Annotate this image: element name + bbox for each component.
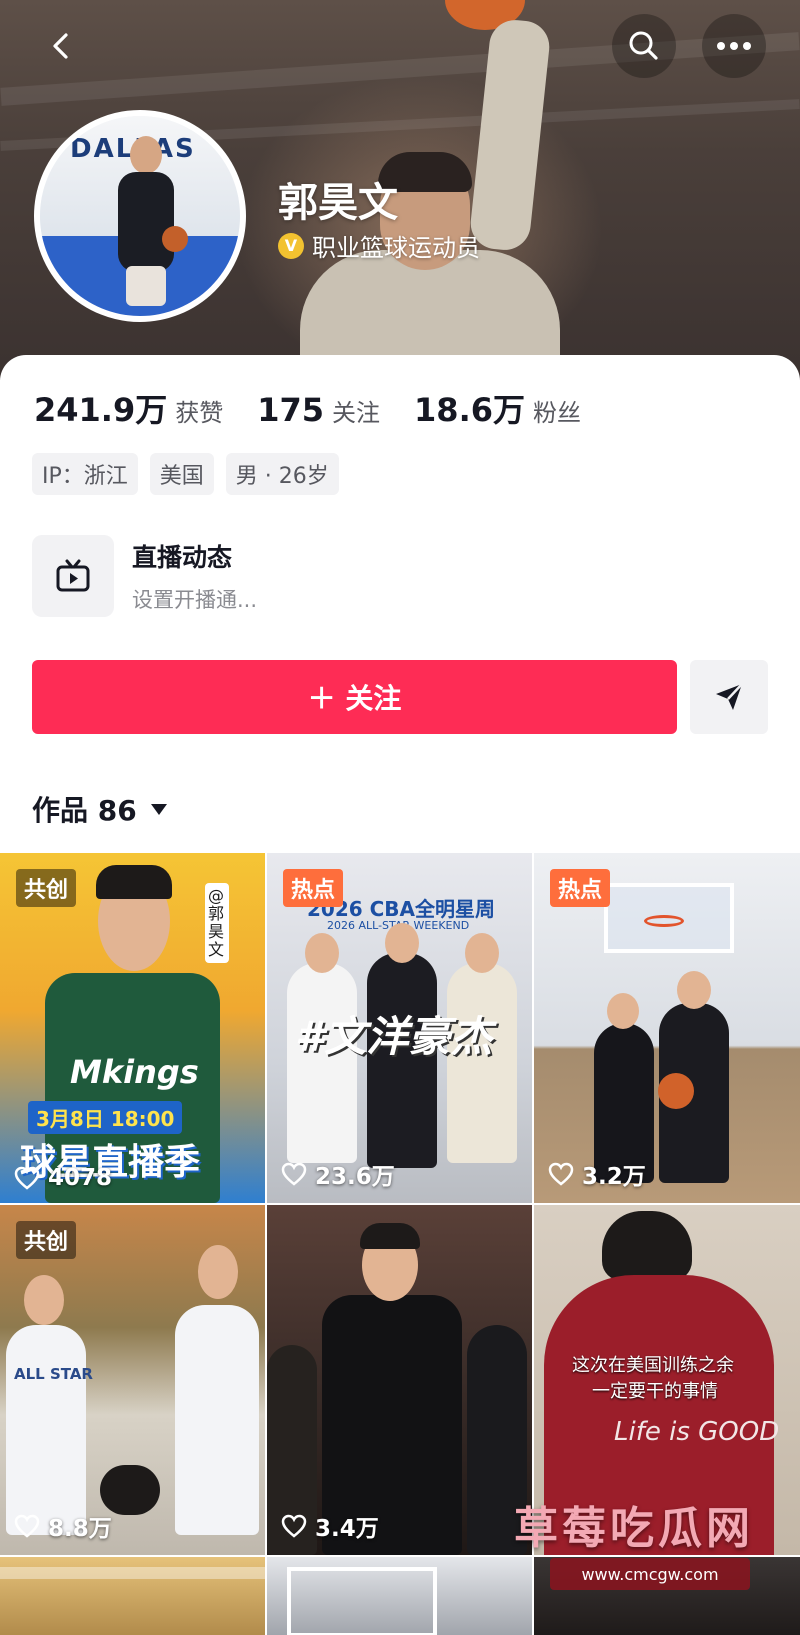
tile-figure-head [24, 1275, 64, 1325]
tile-figure-head [385, 923, 419, 963]
video-tile[interactable]: ALL STAR 共创 8.8万 [0, 1205, 265, 1555]
verification-text: 职业篮球运动员 [312, 234, 480, 262]
avatar-player-head [130, 136, 162, 174]
works-label: 作品 86 [32, 794, 137, 827]
avatar-player-body [118, 172, 174, 272]
watermark-title: 草莓吃瓜网 [514, 1503, 754, 1554]
heart-icon [281, 1514, 307, 1538]
video-likes-count: 3.2万 [582, 1164, 646, 1190]
verified-icon: V [278, 232, 304, 259]
video-likes: 3.2万 [548, 1157, 646, 1191]
tile-figure-hair [360, 1223, 420, 1249]
tile-jersey-text: ALL STAR [14, 1365, 93, 1383]
tile-figure-hair [602, 1211, 692, 1281]
dropdown-triangle-icon [150, 803, 167, 815]
stat-following-label: 关注 [332, 399, 381, 427]
stat-likes-value: 241.9万 [34, 391, 168, 429]
stat-following[interactable]: 175 关注 [257, 391, 380, 429]
video-likes: 23.6万 [281, 1157, 395, 1191]
stats-row: 241.9万 获赞 175 关注 18.6万 粉丝 [34, 385, 581, 431]
back-icon [53, 33, 68, 59]
video-tile[interactable] [0, 1557, 265, 1635]
heart-icon [14, 1166, 40, 1190]
tile-figure-head [677, 971, 711, 1009]
video-badge: 共创 [16, 869, 77, 907]
cover-beam [0, 32, 800, 106]
share-send-icon [716, 683, 743, 710]
video-tile[interactable]: Mkings @郭昊文 3月8日 18:00 球星直播季 共创 4078 [0, 853, 265, 1203]
tile-basketball [658, 1073, 694, 1109]
tile-backboard [287, 1567, 437, 1635]
live-status-entry[interactable]: 直播动态 设置开播通... [32, 535, 257, 617]
video-tile[interactable] [267, 1557, 532, 1635]
video-tile[interactable]: 3.4万 [267, 1205, 532, 1555]
search-button[interactable] [612, 14, 676, 78]
share-button[interactable] [690, 660, 768, 734]
tag-ip: IP：浙江 [32, 453, 138, 495]
tile-date: 3月8日 18:00 [28, 1101, 183, 1134]
stat-followers[interactable]: 18.6万 粉丝 [414, 385, 581, 431]
tile-hashtag: #文洋豪杰 [295, 1012, 493, 1061]
tile-hoop [644, 915, 684, 927]
avatar-player-legs [126, 266, 166, 306]
video-likes: 3.4万 [281, 1509, 379, 1543]
back-button[interactable] [30, 14, 94, 78]
video-badge: 热点 [283, 869, 344, 907]
stat-likes[interactable]: 241.9万 获赞 [34, 385, 223, 431]
video-tile[interactable]: 2026 CBA全明星周 2026 ALL-STAR WEEKEND #文洋豪杰… [267, 853, 532, 1203]
cover-arm [468, 17, 552, 253]
profile-tags: IP：浙江 美国 男 · 26岁 [32, 453, 339, 495]
video-likes-count: 4078 [48, 1165, 113, 1191]
more-button[interactable] [702, 14, 766, 78]
avatar-basketball [162, 226, 188, 252]
live-subtitle: 设置开播通... [132, 588, 258, 612]
stat-followers-value: 18.6万 [414, 391, 525, 429]
video-badge: 共创 [16, 1221, 77, 1259]
video-likes-count: 3.4万 [315, 1516, 379, 1542]
tile-figure-head [198, 1245, 238, 1299]
heart-icon [281, 1162, 307, 1186]
tile-figure-hair [96, 865, 172, 899]
tag-gender-age: 男 · 26岁 [225, 453, 339, 495]
tile-ceiling-stripe [0, 1567, 265, 1579]
video-tile[interactable]: 热点 3.2万 [534, 853, 800, 1203]
verification-row: V 职业篮球运动员 [278, 228, 480, 263]
live-text: 直播动态 设置开播通... [132, 538, 257, 614]
tile-figure-head [607, 993, 639, 1029]
stat-followers-label: 粉丝 [533, 399, 581, 427]
video-likes: 8.8万 [14, 1509, 112, 1543]
tile-figure-head [305, 933, 339, 973]
tile-caption-line1: 这次在美国训练之余 [572, 1355, 734, 1376]
video-badge: 热点 [550, 869, 611, 907]
video-likes: 4078 [14, 1165, 112, 1191]
tile-handle: @郭昊文 [205, 883, 229, 963]
tile-team-text: Mkings [70, 1053, 199, 1091]
more-icon [717, 42, 751, 50]
tile-figure [175, 1305, 259, 1535]
search-icon [629, 31, 658, 60]
works-tab[interactable]: 作品 86 [32, 789, 167, 829]
tag-country: 美国 [149, 453, 214, 495]
tile-caption-line2: 一定要干的事情 [592, 1381, 718, 1402]
avatar[interactable]: DALLAS [34, 110, 246, 322]
video-likes-count: 23.6万 [315, 1164, 395, 1190]
tile-jacket-text: Life is GOOD [614, 1417, 780, 1447]
tile-figure [6, 1325, 86, 1535]
tile-figure-head [465, 933, 499, 973]
heart-icon [548, 1162, 574, 1186]
stat-likes-label: 获赞 [175, 399, 224, 427]
live-title: 直播动态 [132, 543, 233, 572]
stat-following-value: 175 [257, 391, 325, 429]
follow-button[interactable]: ＋ 关注 [32, 660, 677, 734]
heart-icon [14, 1514, 40, 1538]
video-likes-count: 8.8万 [48, 1516, 112, 1542]
live-tv-icon [32, 535, 114, 617]
tile-figure-hair [100, 1465, 160, 1515]
watermark-url: www.cmcgw.com [550, 1558, 750, 1590]
profile-name: 郭昊文 [278, 180, 398, 226]
